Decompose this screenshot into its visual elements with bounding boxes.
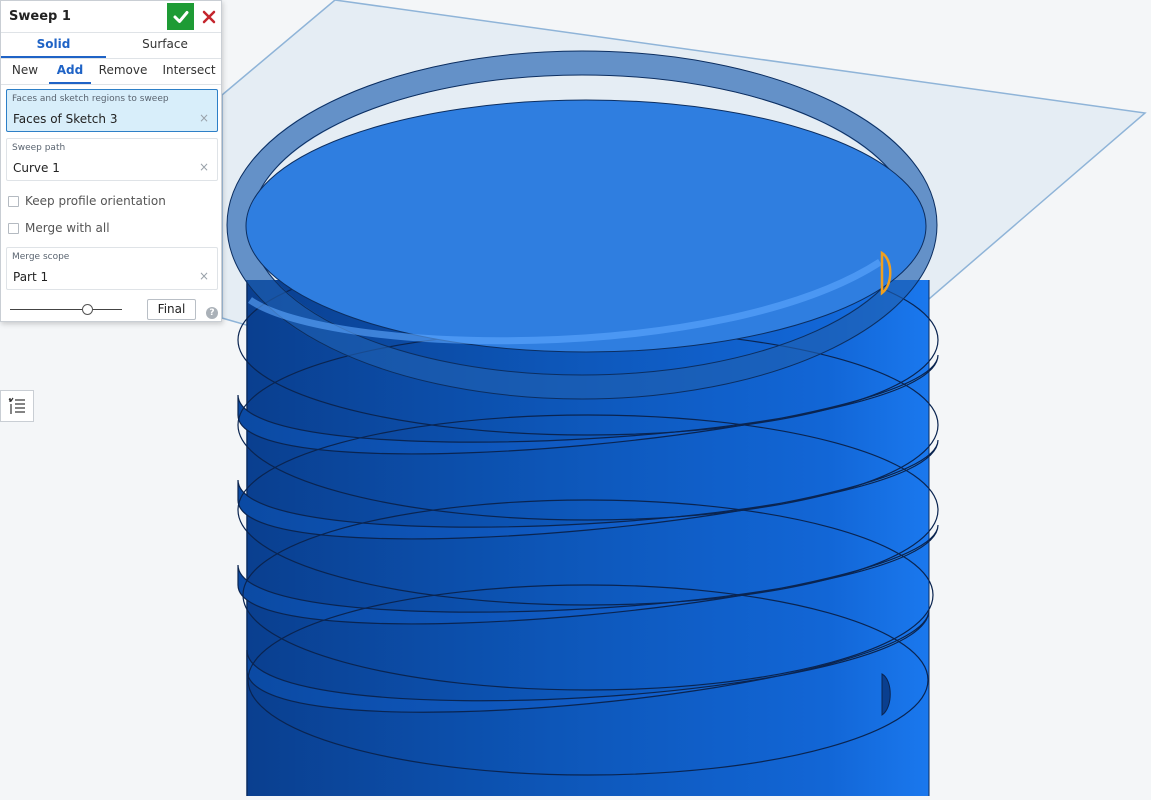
clear-path-icon[interactable]: × <box>199 160 209 174</box>
merge-scope-value: Part 1 <box>13 270 49 284</box>
keep-orientation-checkbox[interactable] <box>8 195 19 207</box>
path-field-label: Sweep path <box>12 143 66 153</box>
operation-tabs: New Add Remove Intersect <box>1 59 221 85</box>
merge-all-checkbox[interactable] <box>8 222 19 234</box>
merge-all-label: Merge with all <box>25 221 110 235</box>
slider-thumb[interactable] <box>82 304 93 315</box>
dialog-header: Sweep 1 <box>1 1 221 33</box>
accept-button[interactable] <box>167 3 194 30</box>
slider-track <box>10 309 122 310</box>
faces-to-sweep-field[interactable]: Faces and sketch regions to sweep Faces … <box>6 89 218 132</box>
final-button[interactable]: Final <box>147 299 196 320</box>
operation-new[interactable]: New <box>5 59 45 84</box>
merge-all-row: Merge with all <box>8 220 110 236</box>
close-icon <box>202 10 216 23</box>
faces-field-label: Faces and sketch regions to sweep <box>12 94 169 104</box>
operation-intersect[interactable]: Intersect <box>159 59 219 84</box>
rollback-slider[interactable] <box>10 304 122 316</box>
tab-solid[interactable]: Solid <box>1 32 106 58</box>
path-field-value: Curve 1 <box>13 161 60 175</box>
keep-orientation-row: Keep profile orientation <box>8 193 166 209</box>
feature-list-button[interactable] <box>0 390 34 422</box>
clear-faces-icon[interactable]: × <box>199 111 209 125</box>
operation-remove[interactable]: Remove <box>97 59 149 84</box>
sweep-path-field[interactable]: Sweep path Curve 1 × <box>6 138 218 181</box>
dialog-title: Sweep 1 <box>9 9 71 24</box>
merge-scope-field[interactable]: Merge scope Part 1 × <box>6 247 218 290</box>
cylinder-body <box>247 280 929 800</box>
top-face <box>245 99 927 353</box>
keep-orientation-label: Keep profile orientation <box>25 194 166 208</box>
cancel-button[interactable] <box>198 3 220 30</box>
sweep-dialog: Sweep 1 Solid Surface New Add Remove Int… <box>0 0 222 322</box>
faces-field-value: Faces of Sketch 3 <box>13 112 118 126</box>
checkmark-icon <box>173 10 188 23</box>
operation-add[interactable]: Add <box>49 59 91 84</box>
merge-scope-label: Merge scope <box>12 252 70 262</box>
feature-list-icon <box>8 397 25 414</box>
tab-surface[interactable]: Surface <box>111 32 219 58</box>
clear-merge-scope-icon[interactable]: × <box>199 269 209 283</box>
help-icon[interactable]: ? <box>206 307 218 319</box>
body-type-tabs: Solid Surface <box>1 32 221 59</box>
